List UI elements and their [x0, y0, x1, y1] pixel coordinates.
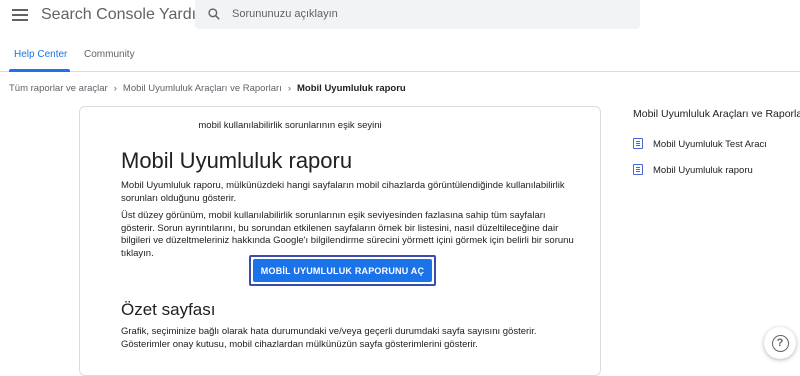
breadcrumb-current: Mobil Uyumluluk raporu	[297, 83, 406, 94]
article-card: mobil kullanılabilirlik sorunlarının eşi…	[79, 106, 601, 376]
breadcrumb-item[interactable]: Mobil Uyumluluk Araçları ve Raporları	[123, 83, 282, 94]
article-paragraph: Grafik, seçiminize bağlı olarak hata dur…	[121, 326, 537, 350]
related-link-label: Mobil Uyumluluk Test Aracı	[653, 139, 767, 150]
open-report-button-focus-ring: MOBİL UYUMLULUK RAPORUNU AÇ	[249, 255, 436, 286]
section-title: Özet sayfası	[121, 300, 216, 319]
breadcrumb-item[interactable]: Tüm raporlar ve araçlar	[9, 83, 108, 94]
search-placeholder: Sorununuzu açıklayın	[232, 8, 338, 20]
article-paragraph: Mobil Uyumluluk raporu, mülkünüzdeki han…	[121, 180, 565, 204]
active-tab-indicator	[9, 69, 70, 72]
related-link-label: Mobil Uyumluluk raporu	[653, 165, 753, 176]
top-app-bar: Search Console Yardım Sorununuzu açıklay…	[0, 0, 800, 34]
related-title: Mobil Uyumluluk Araçları ve Raporları	[633, 108, 800, 120]
app-title[interactable]: Search Console Yardım	[41, 6, 209, 24]
document-icon	[633, 164, 643, 175]
chevron-right-icon: ›	[287, 83, 291, 94]
article-paragraph: Üst düzey görünüm, mobil kullanılabilirl…	[121, 210, 574, 259]
related-link[interactable]: Mobil Uyumluluk raporu	[633, 164, 753, 176]
tab-community[interactable]: Community	[84, 49, 135, 60]
image-caption: mobil kullanılabilirlik sorunlarının eşi…	[198, 120, 382, 131]
open-report-button[interactable]: MOBİL UYUMLULUK RAPORUNU AÇ	[253, 259, 432, 282]
search-input[interactable]: Sorununuzu açıklayın	[195, 0, 640, 29]
related-link[interactable]: Mobil Uyumluluk Test Aracı	[633, 138, 767, 150]
nav-tabs: Help Center Community	[0, 34, 800, 72]
page-title: Mobil Uyumluluk raporu	[121, 148, 353, 173]
search-icon	[208, 8, 220, 20]
help-button[interactable]: ?	[764, 327, 796, 359]
document-icon	[633, 138, 643, 149]
breadcrumb: Tüm raporlar ve araçlar › Mobil Uyumluluk …	[9, 83, 406, 94]
chevron-right-icon: ›	[113, 83, 117, 94]
tab-help-center[interactable]: Help Center	[14, 49, 67, 60]
help-icon: ?	[771, 334, 789, 352]
menu-icon[interactable]	[12, 9, 28, 23]
